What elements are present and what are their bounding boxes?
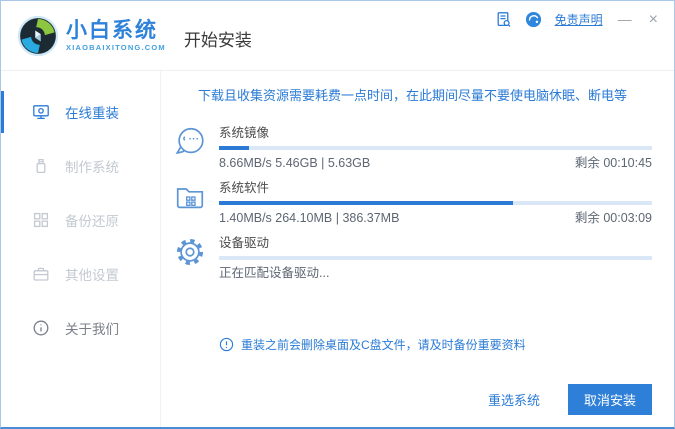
main-panel: 下载且收集资源需要耗费一点时间，在此期间尽量不要使电脑休眠、断电等 系统镜像 8… bbox=[161, 71, 674, 427]
info-circle-icon bbox=[32, 319, 50, 337]
sidebar-item-about-us[interactable]: 关于我们 bbox=[1, 301, 160, 355]
task-title: 设备驱动 bbox=[219, 236, 270, 250]
gear-icon bbox=[173, 235, 207, 271]
sidebar-item-label: 制作系统 bbox=[65, 160, 119, 175]
brand-swirl-icon bbox=[16, 14, 60, 58]
task-row-system-software: 系统软件 1.40MB/s 264.10MB | 386.37MB 剩余 00:… bbox=[173, 180, 652, 226]
sidebar-item-online-reinstall[interactable]: 在线重装 bbox=[1, 85, 160, 139]
monitor-reinstall-icon bbox=[32, 103, 50, 121]
task-title: 系统镜像 bbox=[219, 126, 270, 140]
minimize-button[interactable]: — bbox=[616, 11, 634, 28]
progress-fill bbox=[219, 146, 250, 150]
titlebar: 小白系统 XIAOBAIXITONG.COM 开始安装 免责声明 — × bbox=[1, 1, 674, 71]
app-window: 小白系统 XIAOBAIXITONG.COM 开始安装 免责声明 — × 在线重… bbox=[0, 0, 675, 429]
sidebar-item-label: 其他设置 bbox=[65, 268, 119, 283]
download-notice: 下载且收集资源需要耗费一点时间，在此期间尽量不要使电脑休眠、断电等 bbox=[197, 88, 627, 103]
sidebar-item-label: 备份还原 bbox=[65, 214, 119, 229]
software-folder-icon bbox=[173, 180, 207, 216]
progress-fill bbox=[219, 201, 514, 205]
customer-service-icon[interactable] bbox=[525, 11, 542, 28]
task-stats: 1.40MB/s 264.10MB | 386.37MB bbox=[219, 211, 400, 225]
brand-name: 小白系统 bbox=[66, 18, 158, 42]
task-stats: 8.66MB/s 5.46GB | 5.63GB bbox=[219, 156, 371, 170]
task-row-system-image: 系统镜像 8.66MB/s 5.46GB | 5.63GB 剩余 00:10:4… bbox=[173, 125, 652, 171]
brand-domain: XIAOBAIXITONG.COM bbox=[66, 42, 166, 52]
close-button[interactable]: × bbox=[647, 11, 660, 28]
warning-text: 重装之前会删除桌面及C盘文件，请及时备份重要资料 bbox=[241, 338, 526, 352]
feedback-doc-icon[interactable] bbox=[495, 11, 512, 28]
task-remaining: 剩余 00:10:45 bbox=[574, 156, 652, 170]
sidebar-item-label: 关于我们 bbox=[65, 322, 119, 337]
footer-actions: 重选系统 取消安装 bbox=[173, 384, 652, 427]
usb-drive-icon bbox=[32, 157, 50, 175]
progress-bar-system-image bbox=[219, 146, 652, 150]
chat-face-icon bbox=[173, 125, 207, 161]
reinstall-warning: 重装之前会删除桌面及C盘文件，请及时备份重要资料 bbox=[219, 336, 652, 353]
disclaimer-link[interactable]: 免责声明 bbox=[555, 11, 603, 28]
toolbox-icon bbox=[32, 265, 50, 283]
backup-blocks-icon bbox=[32, 211, 50, 229]
sidebar-item-backup-restore[interactable]: 备份还原 bbox=[1, 193, 160, 247]
sidebar-item-label: 在线重装 bbox=[65, 106, 119, 121]
task-title: 系统软件 bbox=[219, 181, 270, 195]
reselect-system-button[interactable]: 重选系统 bbox=[488, 390, 540, 409]
titlebar-actions: 免责声明 — × bbox=[495, 11, 660, 28]
task-status: 正在匹配设备驱动... bbox=[219, 266, 330, 280]
progress-bar-device-driver bbox=[219, 256, 652, 260]
brand-logo: 小白系统 XIAOBAIXITONG.COM bbox=[16, 14, 166, 58]
task-list: 系统镜像 8.66MB/s 5.46GB | 5.63GB 剩余 00:10:4… bbox=[173, 125, 652, 290]
sidebar-item-make-system[interactable]: 制作系统 bbox=[1, 139, 160, 193]
sidebar-item-other-settings[interactable]: 其他设置 bbox=[1, 247, 160, 301]
page-title: 开始安装 bbox=[183, 31, 252, 50]
warning-exclamation-icon bbox=[219, 337, 234, 352]
sidebar: 在线重装 制作系统 备份还原 其他设置 关于我们 bbox=[1, 71, 161, 427]
task-row-device-driver: 设备驱动 正在匹配设备驱动... bbox=[173, 235, 652, 281]
task-remaining: 剩余 00:03:09 bbox=[574, 211, 652, 225]
progress-bar-system-software bbox=[219, 201, 652, 205]
cancel-install-button[interactable]: 取消安装 bbox=[568, 384, 652, 415]
